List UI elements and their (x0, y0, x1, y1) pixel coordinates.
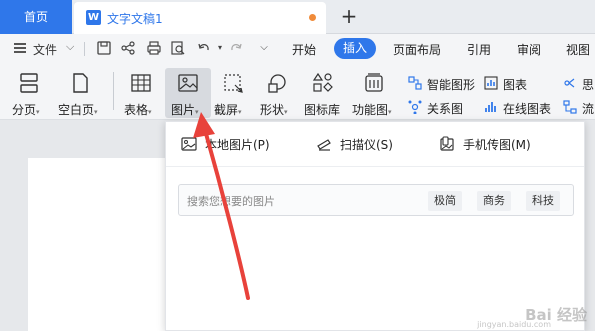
scanner-option[interactable]: 扫描仪(S) (316, 134, 416, 154)
print-icon[interactable] (146, 40, 162, 56)
tab-document[interactable]: W 文字文稿1 (74, 2, 326, 34)
mind-map-button[interactable]: 思 (582, 76, 594, 93)
chart-icon (484, 76, 498, 90)
menu-start[interactable]: 开始 (292, 41, 316, 58)
screenshot-button[interactable]: 截屏▾ (212, 68, 256, 118)
hamburger-icon[interactable] (14, 43, 26, 53)
menu-review[interactable]: 审阅 (517, 41, 541, 58)
smart-graphic-icon (408, 76, 422, 90)
flowchart-button[interactable]: 流 (582, 100, 594, 117)
tab-home[interactable]: 首页 (0, 0, 72, 34)
unsaved-dot-icon (309, 14, 316, 21)
menu-view[interactable]: 视图 (566, 41, 590, 58)
more-quick-icon[interactable]: ⌵ (256, 40, 272, 56)
menu-insert[interactable]: 插入 (334, 38, 376, 59)
tab-bar: 首页 W 文字文稿1 + (0, 0, 595, 34)
menu-bar: 文件 ⌵ ▾ ⌵ 开始 插入 页面布局 引用 审阅 视图 (0, 34, 595, 64)
page-break-button[interactable]: 分页▾ (8, 68, 50, 118)
phone-upload-option[interactable]: 手机传图(M) (439, 134, 559, 154)
scanner-label: 扫描仪(S) (340, 138, 393, 152)
document-title: 文字文稿1 (107, 12, 163, 26)
table-button[interactable]: 表格▾ (120, 68, 162, 118)
smart-graphic-button[interactable]: 智能图形 (427, 76, 475, 93)
function-chart-button[interactable]: 功能图▾ (350, 68, 398, 118)
tag-technology[interactable]: 科技 (526, 191, 560, 211)
phone-upload-label: 手机传图(M) (463, 138, 531, 152)
word-doc-icon: W (86, 10, 101, 25)
chevron-down-icon[interactable]: ⌵ (66, 40, 74, 54)
online-chart-button[interactable]: 在线图表 (503, 100, 551, 117)
tag-business[interactable]: 商务 (477, 191, 511, 211)
relation-chart-icon (408, 100, 422, 114)
local-picture-label: 本地图片(P) (205, 138, 270, 152)
shape-icon (268, 74, 286, 93)
relation-chart-button[interactable]: 关系图 (427, 100, 463, 117)
icon-library-icon (312, 72, 333, 92)
flowchart-icon (563, 100, 577, 114)
divider (166, 166, 584, 167)
local-picture-option[interactable]: 本地图片(P) (181, 134, 291, 154)
screenshot-icon (224, 74, 243, 93)
screenshot-label: 截屏 (214, 103, 239, 117)
menu-references[interactable]: 引用 (467, 41, 491, 58)
shape-label: 形状 (260, 103, 285, 117)
picture-dropdown: 本地图片(P) 扫描仪(S) 手机传图(M) 极简 商务 科技 (165, 121, 585, 331)
blank-page-button[interactable]: 空白页▾ (56, 68, 104, 118)
document-page[interactable] (28, 158, 188, 331)
divider (84, 42, 85, 56)
chart-button[interactable]: 图表 (503, 76, 527, 93)
undo-dropdown-icon[interactable]: ▾ (212, 40, 228, 56)
blank-page-icon (73, 73, 88, 93)
print-preview-icon[interactable] (170, 40, 186, 56)
table-label: 表格 (124, 103, 149, 117)
page-break-label: 分页 (12, 103, 37, 117)
blank-page-label: 空白页 (58, 103, 95, 117)
shape-button[interactable]: 形状▾ (256, 68, 300, 118)
icon-library-label: 图标库 (304, 103, 341, 117)
function-chart-icon (365, 73, 383, 92)
function-chart-label: 功能图 (352, 103, 389, 117)
local-picture-icon (181, 137, 197, 151)
baidu-watermark-url: jingyan.baidu.com (477, 320, 551, 329)
online-chart-icon (485, 102, 496, 112)
phone-upload-icon (440, 136, 454, 151)
undo-icon[interactable] (196, 40, 212, 56)
new-tab-button[interactable]: + (338, 4, 360, 28)
menu-page-layout[interactable]: 页面布局 (393, 41, 441, 58)
picture-button[interactable]: 图片▾ (165, 68, 211, 118)
share-icon[interactable] (120, 40, 136, 56)
file-menu[interactable]: 文件 (33, 41, 57, 58)
picture-icon (178, 74, 198, 92)
picture-search-box: 极简 商务 科技 (178, 184, 574, 216)
icon-library-button[interactable]: 图标库 (302, 68, 346, 118)
save-icon[interactable] (96, 40, 112, 56)
picture-label: 图片 (171, 103, 196, 117)
page-break-icon (20, 73, 38, 93)
tag-minimal[interactable]: 极简 (428, 191, 462, 211)
scanner-icon (317, 139, 331, 151)
mind-map-icon (564, 78, 575, 88)
redo-icon[interactable] (228, 40, 244, 56)
table-icon (131, 74, 151, 92)
divider (113, 72, 114, 110)
picture-search-input[interactable] (187, 193, 417, 209)
ribbon: 分页▾ 空白页▾ 表格▾ 图片▾ 截屏▾ 形状▾ 图标库 功能图▾ 智能图形 关… (0, 64, 595, 120)
